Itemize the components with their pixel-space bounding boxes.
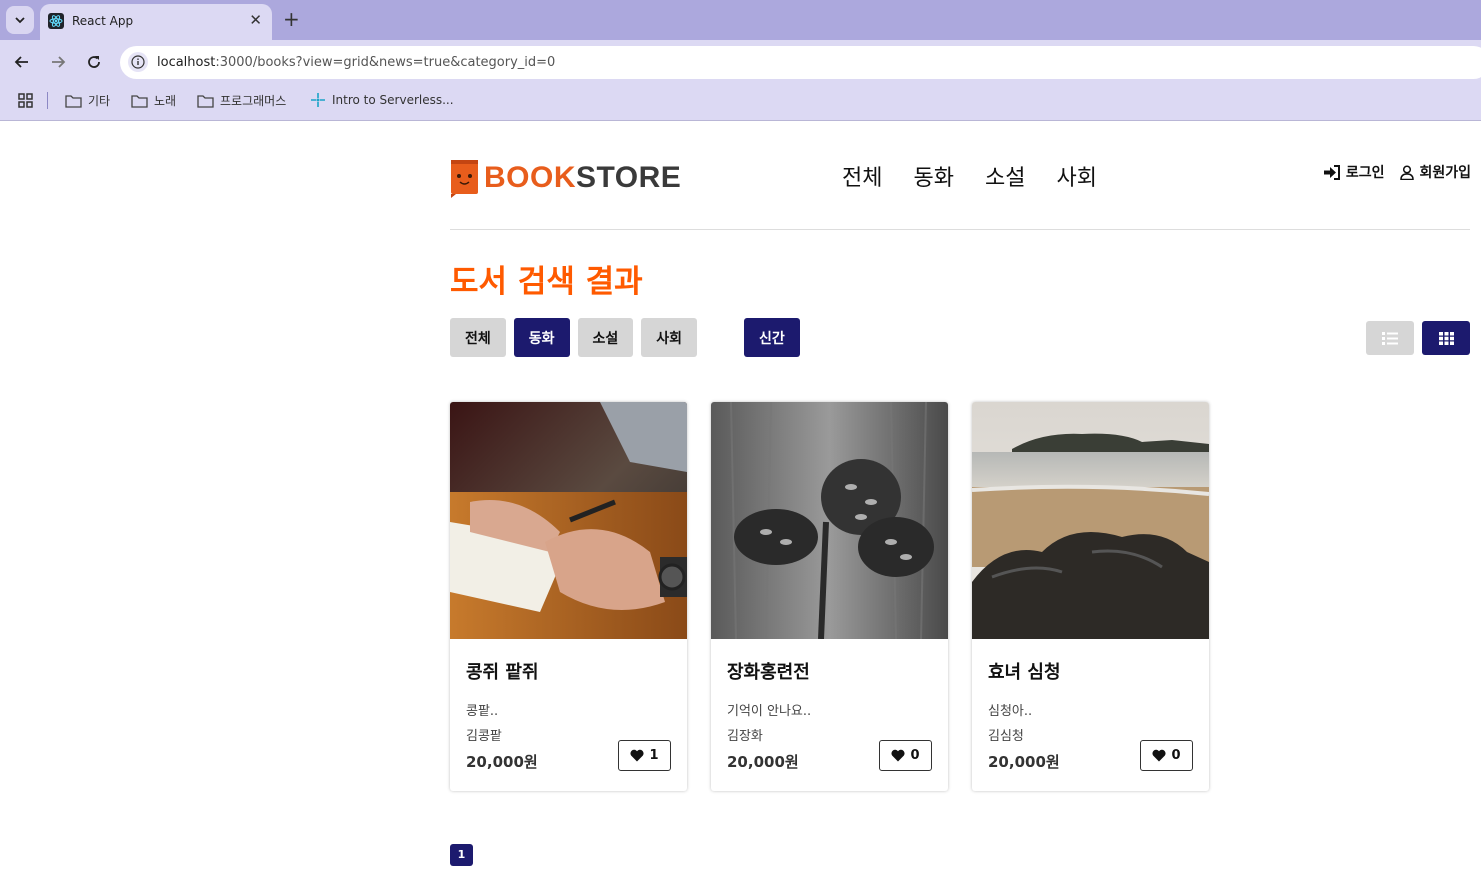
book-author: 김콩팥 (466, 729, 502, 744)
book-summary: 심청아.. (988, 704, 1033, 719)
page-button-current[interactable]: 1 (450, 843, 473, 866)
new-tab-icon[interactable]: + (283, 7, 300, 31)
signup-link[interactable]: 회원가입 (1400, 162, 1471, 182)
tab-search-button[interactable] (6, 6, 34, 34)
book-cover-image (972, 402, 1209, 639)
reload-icon (88, 56, 100, 68)
bookmark-folder-programmers[interactable]: 프로그래머스 (197, 92, 286, 109)
nav-item-novel[interactable]: 소설 (985, 160, 1025, 192)
bookstore-logo[interactable]: BOOKSTORE (450, 158, 681, 198)
heart-icon (891, 749, 906, 762)
login-link[interactable]: 로그인 (1323, 162, 1385, 182)
nav-item-all[interactable]: 전체 (842, 160, 882, 192)
book-card[interactable]: 장화홍련전 기억이 안나요.. 김장화 20,000원 0 (711, 402, 948, 791)
like-button[interactable]: 0 (1140, 740, 1193, 771)
page-content: BOOKSTORE 전체 동화 소설 사회 로그인 회원가입 도서 검색 결과 … (0, 121, 1481, 873)
sign-in-icon (1323, 164, 1340, 180)
book-card[interactable]: 효녀 심청 심청아.. 김심청 20,000원 0 (972, 402, 1209, 791)
grid-icon (1438, 331, 1454, 345)
like-count: 1 (649, 748, 659, 763)
book-price: 20,000원 (466, 753, 538, 771)
header-divider (450, 229, 1470, 230)
browser-tab[interactable]: React App ✕ (40, 4, 272, 40)
chevron-down-icon (15, 17, 25, 24)
react-icon (48, 13, 64, 29)
bookmark-label: 프로그래머스 (220, 94, 287, 108)
filter-all-button[interactable]: 전체 (450, 318, 506, 357)
bookmarks-bar: 기타 노래 프로그래머스 Intro to Serverless... (0, 84, 1481, 121)
book-grid: 콩쥐 팥쥐 콩팥.. 김콩팥 20,000원 1 장화홍련전 기억이 안나요..… (450, 402, 1209, 791)
arrow-left-icon (14, 56, 28, 68)
new-books-filter-button[interactable]: 신간 (744, 318, 800, 357)
book-cover-image (450, 402, 687, 639)
book-title[interactable]: 콩쥐 팥쥐 (466, 658, 539, 684)
url-text: localhost:3000/books?view=grid&news=true… (157, 55, 556, 70)
heart-icon (630, 749, 645, 762)
book-title[interactable]: 효녀 심청 (988, 658, 1061, 684)
heart-icon (1152, 749, 1167, 762)
arrow-right-icon (52, 56, 66, 68)
apps-grid-icon[interactable] (18, 93, 34, 109)
user-icon (1400, 164, 1415, 180)
bookmark-label: 노래 (154, 94, 177, 108)
category-filter-group: 전체 동화 소설 사회 (450, 318, 698, 357)
book-summary: 기억이 안나요.. (727, 704, 812, 719)
nav-item-society[interactable]: 사회 (1056, 160, 1096, 192)
bookmark-folder-songs[interactable]: 노래 (131, 92, 176, 109)
like-count: 0 (910, 748, 920, 763)
signup-label: 회원가입 (1419, 165, 1471, 181)
grid-view-button[interactable] (1422, 321, 1470, 355)
back-button[interactable] (10, 50, 34, 74)
list-icon (1382, 331, 1398, 345)
like-button[interactable]: 1 (618, 740, 671, 771)
book-card[interactable]: 콩쥐 팥쥐 콩팥.. 김콩팥 20,000원 1 (450, 402, 687, 791)
filter-society-button[interactable]: 사회 (641, 318, 698, 357)
book-price: 20,000원 (727, 753, 799, 771)
page-title: 도서 검색 결과 (450, 264, 643, 300)
close-tab-icon[interactable]: ✕ (249, 11, 262, 29)
auth-links: 로그인 회원가입 (1323, 162, 1471, 182)
reload-button[interactable] (82, 50, 106, 74)
folder-icon (131, 94, 148, 108)
filter-fairytale-button[interactable]: 동화 (513, 318, 570, 357)
folder-icon (65, 94, 82, 108)
bookmark-label: Intro to Serverless... (332, 93, 454, 107)
bookmark-separator (47, 92, 48, 109)
serverless-icon (311, 93, 325, 107)
browser-tabstrip: React App ✕ + (0, 0, 1481, 40)
logo-text: BOOKSTORE (484, 161, 682, 194)
bookmark-folder-etc[interactable]: 기타 (65, 92, 110, 109)
list-view-button[interactable] (1366, 321, 1414, 355)
pagination: 1 (450, 843, 473, 866)
bookmark-label: 기타 (88, 94, 111, 108)
browser-toolbar: localhost:3000/books?view=grid&news=true… (0, 40, 1481, 84)
book-price: 20,000원 (988, 753, 1060, 771)
nav-item-fairytale[interactable]: 동화 (913, 160, 953, 192)
book-title[interactable]: 장화홍련전 (727, 658, 810, 684)
like-button[interactable]: 0 (879, 740, 932, 771)
address-bar[interactable]: localhost:3000/books?view=grid&news=true… (120, 46, 1481, 79)
tab-title: React App (72, 14, 134, 28)
category-nav: 전체 동화 소설 사회 (842, 160, 1097, 192)
filter-novel-button[interactable]: 소설 (577, 318, 634, 357)
view-mode-toggle (1366, 321, 1470, 355)
book-cover-image (711, 402, 948, 639)
folder-icon (197, 94, 214, 108)
book-mascot-icon (451, 160, 478, 198)
book-author: 김장화 (727, 729, 763, 744)
like-count: 0 (1171, 748, 1181, 763)
login-label: 로그인 (1345, 165, 1385, 181)
bookmark-serverless[interactable]: Intro to Serverless... (310, 92, 454, 108)
book-summary: 콩팥.. (466, 704, 499, 719)
site-info-icon[interactable] (128, 52, 148, 72)
book-author: 김심청 (988, 729, 1024, 744)
forward-button[interactable] (46, 50, 70, 74)
